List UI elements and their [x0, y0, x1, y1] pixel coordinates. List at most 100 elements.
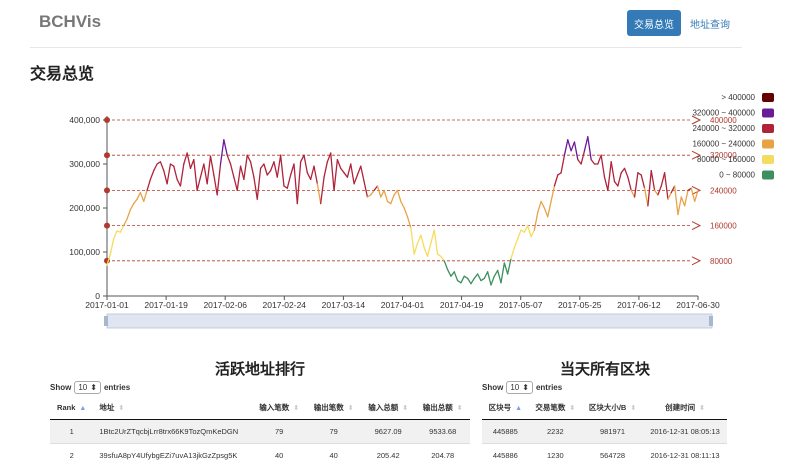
nav-tab-address-lookup[interactable]: 地址查询	[690, 10, 730, 36]
series-segment	[406, 216, 412, 229]
series-segment	[223, 139, 228, 156]
series-segment	[453, 271, 459, 282]
series-segment	[213, 174, 218, 196]
zoom-handle-left[interactable]	[104, 316, 108, 326]
table-cell: 40	[306, 442, 361, 467]
series-segment	[149, 169, 155, 181]
series-segment	[443, 260, 449, 271]
table-row[interactable]: 445886 1230 564728 2016-12-31 08:11:13	[482, 442, 727, 467]
series-segment	[330, 152, 335, 192]
series-segment	[653, 189, 659, 196]
series-segment	[219, 139, 225, 165]
nav-tab-transaction-overview[interactable]: 交易总览	[627, 10, 681, 36]
sort-icon: ⬍	[569, 405, 576, 413]
series-segment	[390, 194, 395, 205]
show-label: Show	[50, 383, 72, 392]
active_addresses-column-header[interactable]: 输出笔数 ⬍	[306, 397, 361, 420]
series-segment	[470, 277, 475, 285]
active_addresses-column-header[interactable]: Rank ▲	[50, 397, 94, 420]
series-segment	[243, 154, 248, 181]
series-segment	[643, 187, 649, 207]
blocks-column-header[interactable]: 区块大小/B ⬍	[582, 397, 644, 420]
series-segment	[193, 158, 198, 192]
series-segment	[253, 176, 258, 200]
series-segment	[483, 271, 489, 280]
series-segment	[517, 229, 522, 240]
table-row[interactable]: 1 1Btc2UrZTqcbjLrr8trx66K9TozQmKeDGN 79 79 9…	[50, 418, 470, 443]
series-segment	[490, 275, 495, 286]
series-segment	[503, 262, 509, 275]
series-segment	[276, 154, 282, 178]
blocks-column-header[interactable]: 创建时间 ⬍	[643, 397, 727, 420]
active_addresses-column-header[interactable]: 输入总额 ⬍	[360, 397, 416, 420]
series-segment	[440, 255, 445, 262]
series-segment	[166, 163, 172, 185]
table-cell: 2016-12-31 08:11:13	[643, 442, 727, 467]
brand-logo[interactable]: BCHVis	[39, 12, 101, 32]
active_addresses-column-header[interactable]: 输入笔数 ⬍	[251, 397, 307, 420]
series-segment	[423, 246, 429, 258]
series-segment	[356, 165, 362, 176]
mark-line-start-dot	[104, 117, 110, 123]
series-segment	[460, 275, 465, 284]
entries-label: entries	[535, 383, 563, 392]
series-segment	[199, 163, 205, 178]
table-cell: 1Btc2UrZTqcbjLrr8trx66K9TozQmKeDGN	[93, 418, 252, 443]
series-segment	[313, 165, 319, 185]
series-segment	[403, 207, 409, 218]
page-size-select[interactable]: 10 ⬍	[506, 381, 533, 394]
mark-line-label: 160000	[710, 222, 737, 231]
series-segment	[239, 165, 245, 181]
series-segment	[306, 172, 312, 181]
series-segment	[373, 185, 379, 192]
series-segment	[263, 163, 268, 176]
page-size-select[interactable]: 10 ⬍	[74, 381, 101, 394]
series-segment	[523, 224, 529, 233]
series-segment	[580, 150, 586, 165]
series-segment	[380, 189, 385, 198]
series-segment	[279, 154, 285, 187]
series-segment	[143, 189, 148, 203]
blocks-column-header[interactable]: 交易笔数 ⬍	[528, 397, 583, 420]
table-row[interactable]: 2 39sfuA8pY4UfybgEZi7uvA13jkGzZpsg5K 40 40 2…	[50, 442, 470, 467]
series-segment	[500, 262, 505, 284]
series-segment	[547, 200, 552, 218]
legend-swatch	[762, 170, 774, 180]
legend-label: > 400000	[721, 93, 755, 102]
series-segment	[430, 229, 435, 244]
series-segment	[617, 172, 622, 187]
x-tick-label: 2017-01-01	[85, 300, 129, 310]
series-segment	[206, 155, 212, 185]
series-segment	[229, 163, 235, 178]
series-segment	[259, 163, 265, 170]
x-tick-label: 2017-05-25	[558, 300, 602, 310]
zoom-slider[interactable]	[106, 313, 713, 329]
series-segment	[426, 242, 432, 258]
series-segment	[133, 198, 138, 205]
series-segment	[256, 167, 262, 200]
table-cell: 9627.09	[360, 418, 416, 443]
x-tick-label: 2017-02-06	[203, 300, 247, 310]
series-segment	[486, 271, 492, 286]
series-segment	[533, 211, 539, 231]
active_addresses-column-header[interactable]: 地址 ⬍	[93, 397, 252, 420]
active_addresses-column-header[interactable]: 输出总额 ⬍	[415, 397, 470, 420]
series-segment	[600, 154, 606, 178]
blocks-column-header[interactable]: 区块号 ▲	[482, 397, 529, 420]
zoom-handle-right[interactable]	[709, 316, 713, 326]
series-segment	[597, 154, 602, 165]
transaction-line-chart: 0100,000200,000300,000400,0002017-01-01 2…	[69, 93, 774, 329]
series-segment	[126, 209, 132, 220]
sort-icon: ⬍	[699, 405, 705, 413]
series-segment	[607, 161, 612, 192]
series-segment	[567, 139, 572, 152]
series-segment	[249, 161, 255, 178]
sort-icon: ▲	[515, 405, 523, 413]
series-segment	[583, 136, 589, 152]
series-segment	[113, 230, 118, 240]
series-segment	[246, 154, 252, 163]
table-cell: 79	[251, 418, 307, 443]
legend-label: 240000 ~ 320000	[692, 124, 755, 133]
series-segment	[346, 163, 352, 178]
table-row[interactable]: 445885 2232 981971 2016-12-31 08:05:13	[482, 418, 727, 443]
